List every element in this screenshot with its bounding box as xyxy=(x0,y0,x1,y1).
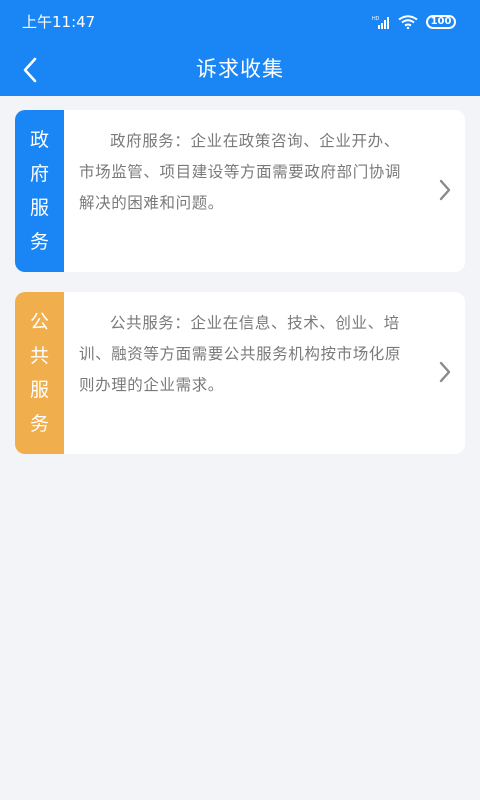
tag-char: 服 xyxy=(29,197,49,219)
public-service-card[interactable]: 公 共 服 务 公共服务：企业在信息、技术、创业、培训、融资等方面需要公共服务机… xyxy=(15,292,465,454)
card-description: 政府服务：企业在政策咨询、企业开办、市场监管、项目建设等方面需要政府部门协调解决… xyxy=(79,132,402,212)
top-bar: 上午11:47 HD 100 诉求收集 xyxy=(0,0,480,96)
card-tag-public: 公 共 服 务 xyxy=(15,292,64,454)
chevron-right-icon xyxy=(439,179,451,201)
tag-char: 公 xyxy=(29,311,49,333)
wifi-icon xyxy=(398,15,418,29)
chevron-right-icon xyxy=(439,361,451,383)
tag-char: 共 xyxy=(29,345,49,367)
signal-icon: HD xyxy=(372,16,389,29)
status-icons: HD 100 xyxy=(372,12,456,32)
tag-char: 务 xyxy=(29,231,49,253)
tag-char: 政 xyxy=(29,129,49,151)
card-tag-government: 政 府 服 务 xyxy=(15,110,64,272)
tag-char: 府 xyxy=(29,163,49,185)
status-time: 上午11:47 xyxy=(22,13,96,31)
government-service-card[interactable]: 政 府 服 务 政府服务：企业在政策咨询、企业开办、市场监管、项目建设等方面需要… xyxy=(15,110,465,272)
nav-bar: 诉求收集 xyxy=(0,44,480,96)
tag-char: 服 xyxy=(29,379,49,401)
card-description: 公共服务：企业在信息、技术、创业、培训、融资等方面需要公共服务机构按市场化原则办… xyxy=(79,314,402,394)
status-bar: 上午11:47 HD 100 xyxy=(0,0,480,44)
battery-indicator: 100 xyxy=(426,15,456,29)
tag-char: 务 xyxy=(29,413,49,435)
svg-text:HD: HD xyxy=(372,16,380,22)
page-title: 诉求收集 xyxy=(196,57,284,81)
